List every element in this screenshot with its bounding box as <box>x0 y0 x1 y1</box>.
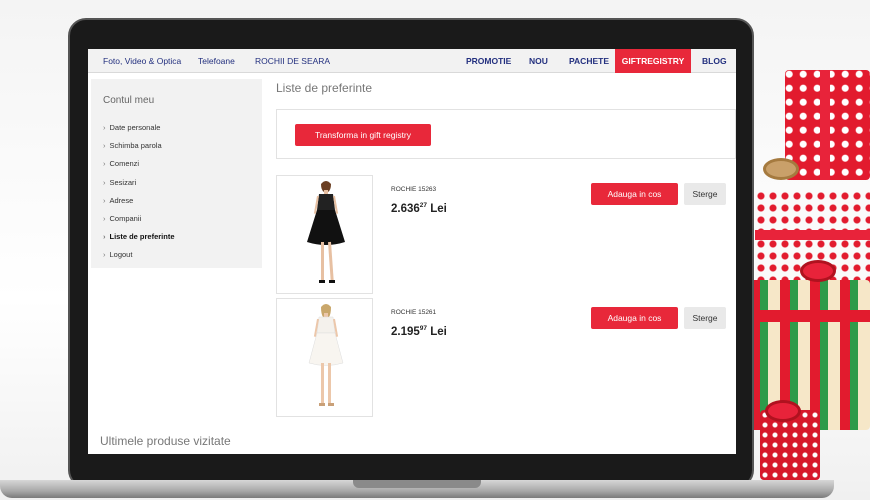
nav-link-nou[interactable]: NOU <box>529 49 548 73</box>
chevron-right-icon: › <box>103 123 106 132</box>
price-decimals: 27 <box>419 202 428 209</box>
sidebar-item-liste-de-preferinte[interactable]: › Liste de preferinte <box>103 228 175 246</box>
laptop-notch <box>353 480 481 488</box>
price-currency: Lei <box>430 203 447 215</box>
sidebar-item-label: Comenzi <box>109 159 140 169</box>
gift-bow <box>765 400 801 422</box>
decorative-gifts <box>745 40 870 480</box>
remove-button[interactable]: Sterge <box>684 183 726 205</box>
nav-link-foto-video[interactable]: Foto, Video & Optica <box>103 49 181 73</box>
chevron-right-icon: › <box>103 159 106 169</box>
sidebar-item-label: Sesizari <box>109 177 137 187</box>
sidebar-item-comenzi[interactable]: › Comenzi <box>103 155 175 173</box>
sidebar-item-sesizari[interactable]: › Sesizari <box>103 174 175 192</box>
nav-link-rochii-de-seara[interactable]: ROCHII DE SEARA <box>255 49 330 73</box>
price-decimals: 97 <box>419 325 428 332</box>
sidebar-title: Contul meu <box>103 95 155 106</box>
nav-link-promotie[interactable]: PROMOTIE <box>466 49 511 73</box>
product-price: 2.63627 Lei <box>391 202 447 215</box>
sidebar-item-label: Date personale <box>109 123 161 132</box>
gift-ribbon <box>750 310 870 322</box>
sidebar-item-schimba-parola[interactable]: › Schimba parola <box>103 137 175 155</box>
chevron-right-icon: › <box>103 141 106 151</box>
price-integer: 2.636 <box>391 203 420 215</box>
product-price: 2.19597 Lei <box>391 325 447 338</box>
gift-bow <box>763 158 799 180</box>
white-dress-image <box>308 304 344 406</box>
sidebar-item-label: Schimba parola <box>109 141 162 151</box>
chevron-right-icon: › <box>103 213 106 223</box>
product-image[interactable] <box>276 175 373 294</box>
recently-viewed-title: Ultimele produse vizitate <box>100 434 231 448</box>
add-to-cart-button[interactable]: Adauga in cos <box>591 183 678 205</box>
price-currency: Lei <box>430 326 447 338</box>
chevron-right-icon: › <box>103 250 106 260</box>
gift-ribbon <box>820 70 830 180</box>
remove-button[interactable]: Sterge <box>684 307 726 329</box>
nav-link-giftregistry[interactable]: GIFTREGISTRY <box>615 49 691 73</box>
chevron-right-icon: › <box>103 195 106 205</box>
gift-bow <box>800 260 836 282</box>
convert-to-gift-registry-button[interactable]: Transforma in gift registry <box>295 124 431 146</box>
top-nav: Foto, Video & Optica Telefoane ROCHII DE… <box>88 49 736 73</box>
laptop-screen: Foto, Video & Optica Telefoane ROCHII DE… <box>88 49 736 454</box>
price-integer: 2.195 <box>391 326 420 338</box>
nav-link-blog[interactable]: BLOG <box>702 49 727 73</box>
gift-ribbon <box>755 230 870 240</box>
account-sidebar: Contul meu › Date personale › Schimba paro… <box>91 79 262 268</box>
gift-registry-panel: Transforma in gift registry <box>276 109 736 159</box>
sidebar-item-logout[interactable]: › Logout <box>103 246 175 264</box>
nav-link-telefoane[interactable]: Telefoane <box>198 49 235 73</box>
page-title: Liste de preferinte <box>276 81 373 95</box>
sidebar-item-label: Logout <box>109 250 133 260</box>
sidebar-item-label: Liste de preferinte <box>109 232 175 242</box>
nav-link-pachete[interactable]: PACHETE <box>569 49 609 73</box>
sidebar-item-companii[interactable]: › Companii <box>103 210 175 228</box>
product-name[interactable]: ROCHIE 15263 <box>391 186 436 193</box>
add-to-cart-button[interactable]: Adauga in cos <box>591 307 678 329</box>
product-image[interactable] <box>276 298 373 417</box>
chevron-right-icon: › <box>103 177 106 187</box>
sidebar-menu: › Date personale › Schimba parola › Comenzi… <box>103 119 175 265</box>
chevron-right-icon: › <box>103 232 106 242</box>
sidebar-item-label: Companii <box>109 213 142 223</box>
black-dress-image <box>307 181 345 283</box>
sidebar-item-label: Adrese <box>109 195 134 205</box>
product-name[interactable]: ROCHIE 15261 <box>391 309 436 316</box>
sidebar-item-adrese[interactable]: › Adrese <box>103 192 175 210</box>
sidebar-item-date-personale[interactable]: › Date personale <box>103 119 175 137</box>
